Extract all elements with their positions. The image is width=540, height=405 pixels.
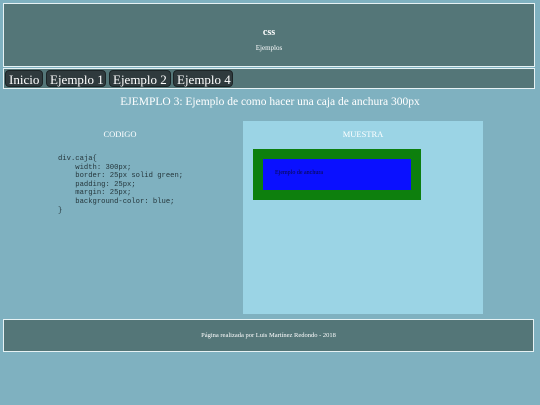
sample-panel: MUESTRA Ejemplo de anchura: [243, 121, 483, 314]
nav-bar: Inicio Ejemplo 1 Ejemplo 2 Ejemplo 4: [3, 68, 535, 89]
page-header: css Ejemplos: [3, 3, 535, 67]
sample-panel-title: MUESTRA: [342, 129, 384, 139]
page-footer: Página realizada por Luis Martínez Redon…: [3, 319, 534, 352]
code-column-title: CODIGO: [103, 129, 137, 139]
nav-button-ejemplo-1[interactable]: Ejemplo 1: [46, 70, 106, 87]
site-subtitle: Ejemplos: [255, 44, 283, 52]
footer-credit: Página realizada por Luis Martínez Redon…: [201, 332, 336, 339]
css-code-block: div.caja{ width: 300px; border: 25px sol…: [58, 155, 184, 215]
demo-box: Ejemplo de anchura: [253, 149, 421, 200]
nav-button-ejemplo-2[interactable]: Ejemplo 2: [109, 70, 171, 87]
nav-button-ejemplo-4[interactable]: Ejemplo 4: [173, 70, 233, 87]
example-heading: EJEMPLO 3: Ejemplo de como hacer una caj…: [120, 96, 420, 108]
site-title: css: [262, 27, 276, 38]
demo-box-text: Ejemplo de anchura: [275, 170, 323, 176]
nav-button-inicio[interactable]: Inicio: [5, 70, 43, 87]
demo-box-content: Ejemplo de anchura: [263, 159, 411, 190]
